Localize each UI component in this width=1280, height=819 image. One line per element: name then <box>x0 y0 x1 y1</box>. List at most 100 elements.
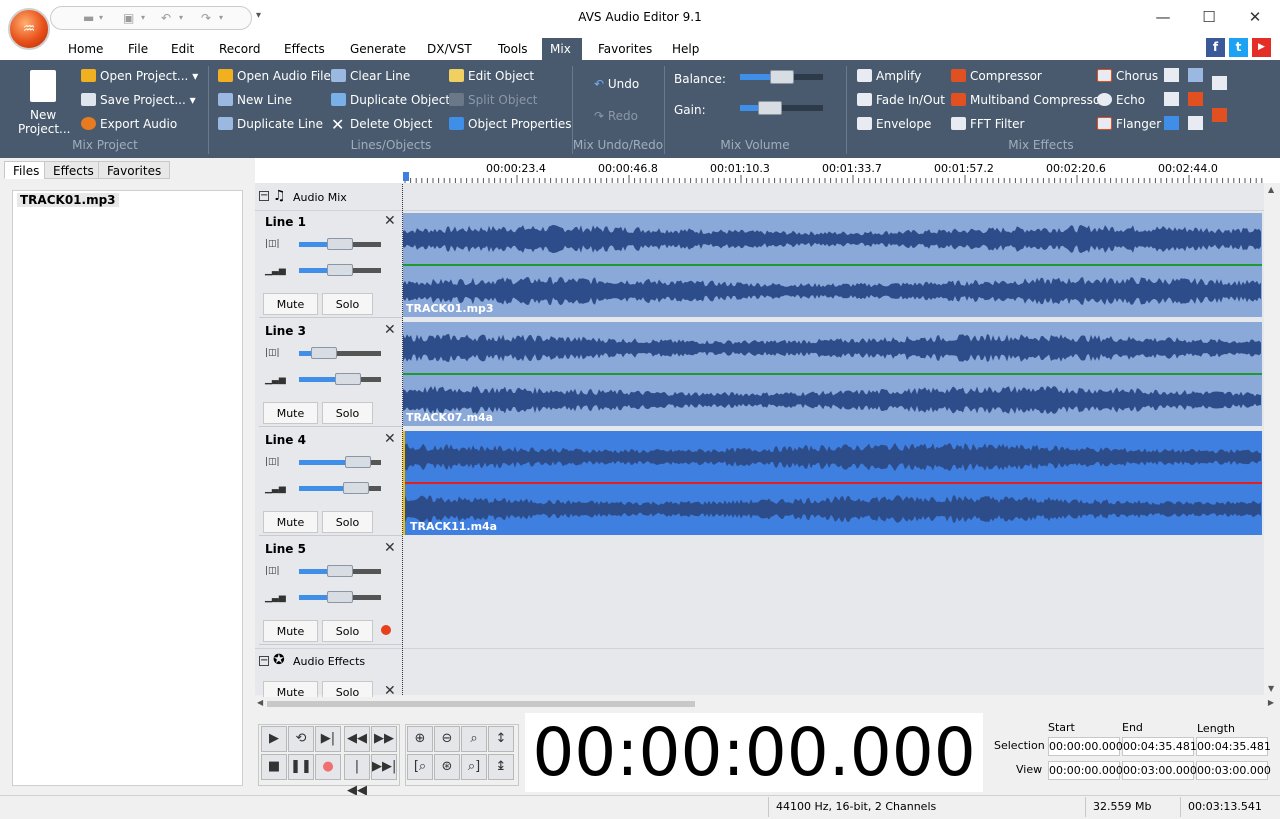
amplify-button[interactable]: Amplify <box>857 67 921 85</box>
view-start-field[interactable]: 00:00:00.000 <box>1048 761 1123 780</box>
new-project-label2[interactable]: Project... <box>18 120 71 138</box>
line-gain-thumb[interactable] <box>327 591 353 603</box>
record-arm-icon[interactable] <box>381 625 391 635</box>
play-to-end-icon[interactable]: ▶| <box>315 726 341 752</box>
solo-button[interactable]: Solo <box>322 293 373 315</box>
duplicate-line-button[interactable]: Duplicate Line <box>218 115 323 133</box>
play-icon[interactable]: ▶ <box>261 726 287 752</box>
tab-record[interactable]: Record <box>211 38 268 60</box>
go-start-icon[interactable]: |◀◀ <box>344 754 370 798</box>
effect-icon[interactable] <box>1188 92 1203 106</box>
save-project-button[interactable]: Save Project... ▾ <box>81 91 196 109</box>
zoom-all-icon[interactable]: ⊛ <box>434 754 460 780</box>
tab-tools[interactable]: Tools <box>490 38 536 60</box>
stop-icon[interactable]: ■ <box>261 754 287 780</box>
youtube-icon[interactable]: ▶ <box>1252 38 1271 57</box>
mute-button[interactable]: Mute <box>263 402 318 424</box>
zoom-fit-icon[interactable]: ⌕] <box>461 754 487 780</box>
zoom-vertical-fit-icon[interactable]: ↨ <box>488 754 514 780</box>
go-end-icon[interactable]: ▶▶| <box>371 754 397 780</box>
tab-home[interactable]: Home <box>60 38 111 60</box>
line-balance-thumb[interactable] <box>327 238 353 250</box>
solo-button[interactable]: Solo <box>322 402 373 424</box>
envelope-button[interactable]: Envelope <box>857 115 931 133</box>
selection-start-field[interactable]: 00:00:00.000 <box>1048 737 1123 756</box>
selection-end-field[interactable]: 00:04:35.481 <box>1122 737 1197 756</box>
fast-forward-icon[interactable]: ▶▶ <box>371 726 397 752</box>
audio-clip[interactable]: TRACK01.mp3 <box>403 213 1262 317</box>
echo-button[interactable]: Echo <box>1097 91 1145 109</box>
gain-slider-thumb[interactable] <box>758 101 782 115</box>
flanger-button[interactable]: Flanger <box>1097 115 1161 133</box>
zoom-100-icon[interactable]: ⌕ <box>461 726 487 752</box>
playhead-marker[interactable] <box>403 172 409 181</box>
tab-effects[interactable]: Effects <box>276 38 333 60</box>
scrollbar-thumb[interactable] <box>267 701 695 707</box>
line-balance-thumb[interactable] <box>311 347 337 359</box>
compressor-button[interactable]: Compressor <box>951 67 1042 85</box>
fade-button[interactable]: Fade In/Out <box>857 91 945 109</box>
close-icon[interactable]: ✕ <box>384 431 396 447</box>
new-project-icon[interactable] <box>30 70 56 102</box>
effect-icon[interactable] <box>1164 68 1179 82</box>
effect-icon[interactable] <box>1212 76 1227 90</box>
collapse-icon[interactable]: − <box>259 656 269 666</box>
view-end-field[interactable]: 00:03:00.000 <box>1122 761 1197 780</box>
zoom-out-icon[interactable]: ⊖ <box>434 726 460 752</box>
chorus-button[interactable]: Chorus <box>1097 67 1158 85</box>
close-icon[interactable]: ✕ <box>384 322 396 338</box>
effect-icon[interactable] <box>1212 108 1227 122</box>
tab-file[interactable]: File <box>120 38 156 60</box>
mute-button[interactable]: Mute <box>263 511 318 533</box>
tab-effects-panel[interactable]: Effects <box>44 161 103 179</box>
effect-icon[interactable] <box>1164 92 1179 106</box>
selection-length-field[interactable]: 00:04:35.481 <box>1196 737 1271 756</box>
tab-favorites-panel[interactable]: Favorites <box>98 161 171 179</box>
effect-icon[interactable] <box>1188 68 1203 82</box>
view-length-field[interactable]: 00:03:00.000 <box>1196 761 1271 780</box>
facebook-icon[interactable]: f <box>1206 38 1225 57</box>
app-logo-icon[interactable]: ♒ <box>8 8 50 50</box>
close-icon[interactable]: ✕ <box>384 213 396 229</box>
twitter-icon[interactable]: t <box>1229 38 1248 57</box>
undo-button[interactable]: ↶ Undo <box>594 75 639 93</box>
pause-icon[interactable]: ❚❚ <box>288 754 314 780</box>
new-line-button[interactable]: New Line <box>218 91 292 109</box>
close-button[interactable]: ✕ <box>1232 4 1278 30</box>
tab-generate[interactable]: Generate <box>342 38 414 60</box>
tab-mix[interactable]: Mix <box>542 38 582 60</box>
collapse-icon[interactable]: − <box>259 191 269 201</box>
effect-icon[interactable] <box>1188 116 1203 130</box>
tab-favorites[interactable]: Favorites <box>590 38 660 60</box>
duplicate-object-button[interactable]: Duplicate Object <box>331 91 450 109</box>
minimize-button[interactable]: — <box>1140 4 1186 30</box>
mute-button[interactable]: Mute <box>263 293 318 315</box>
split-object-button[interactable]: Split Object <box>449 91 538 109</box>
line-gain-thumb[interactable] <box>327 264 353 276</box>
open-audio-file-button[interactable]: Open Audio File <box>218 67 331 85</box>
line-balance-thumb[interactable] <box>345 456 371 468</box>
zoom-selection-icon[interactable]: [⌕ <box>407 754 433 780</box>
horizontal-scrollbar[interactable]: ◀ ▶ <box>255 697 1280 711</box>
edit-object-button[interactable]: Edit Object <box>449 67 534 85</box>
tab-files[interactable]: Files <box>4 161 49 179</box>
mute-button[interactable]: Mute <box>263 620 318 642</box>
solo-button[interactable]: Solo <box>322 511 373 533</box>
tab-dxvst[interactable]: DX/VST <box>419 38 480 60</box>
tab-edit[interactable]: Edit <box>163 38 202 60</box>
tab-help[interactable]: Help <box>664 38 707 60</box>
vertical-scrollbar[interactable]: ▲ ▼ <box>1264 183 1280 695</box>
fft-filter-button[interactable]: FFT Filter <box>951 115 1024 133</box>
open-project-button[interactable]: Open Project... ▾ <box>81 67 198 85</box>
multiband-compressor-button[interactable]: Multiband Compressor <box>951 91 1105 109</box>
loop-icon[interactable]: ⟲ <box>288 726 314 752</box>
delete-object-button[interactable]: ✕ Delete Object <box>331 115 432 133</box>
export-audio-button[interactable]: Export Audio <box>81 115 177 133</box>
rewind-icon[interactable]: ◀◀ <box>344 726 370 752</box>
effect-icon[interactable] <box>1164 116 1179 130</box>
record-icon[interactable]: ● <box>315 754 341 780</box>
clear-line-button[interactable]: Clear Line <box>331 67 410 85</box>
object-properties-button[interactable]: Object Properties <box>449 115 572 133</box>
redo-button[interactable]: ↷ Redo <box>594 107 638 125</box>
line-gain-thumb[interactable] <box>335 373 361 385</box>
